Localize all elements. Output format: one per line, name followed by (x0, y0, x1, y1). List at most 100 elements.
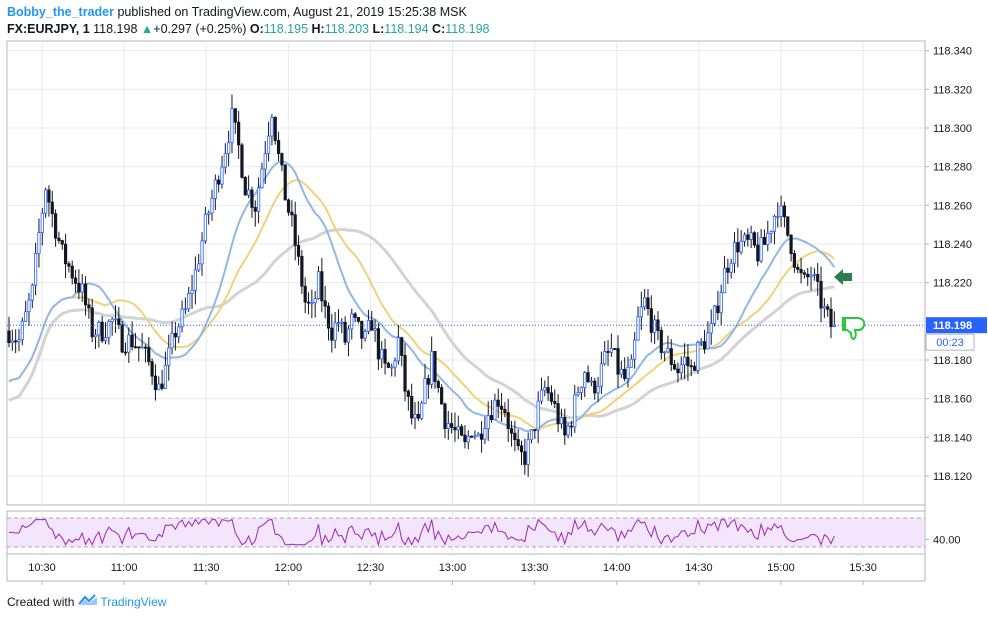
y-tick-label: 118.180 (933, 355, 972, 367)
candle-body (696, 342, 700, 371)
candle-body (623, 368, 627, 379)
candle-body (576, 392, 580, 396)
candle-body (479, 433, 484, 440)
candle-body (107, 321, 111, 338)
candle-body (669, 348, 673, 365)
candle-body (646, 297, 650, 310)
candle-body (739, 240, 743, 253)
candle-body (433, 351, 437, 382)
x-tick-label: 12:30 (357, 562, 385, 574)
candle-body (420, 402, 424, 419)
candle-body (230, 108, 234, 144)
candle-body (809, 274, 813, 278)
candle-body (240, 144, 244, 178)
candle (283, 164, 287, 201)
candle-body (726, 267, 730, 273)
candle-body (423, 378, 427, 404)
candle-body (220, 166, 224, 185)
candle-body (746, 234, 750, 240)
candle-body (529, 429, 534, 441)
candle-body (127, 334, 131, 353)
candle-body (14, 340, 18, 343)
candle-body (682, 356, 687, 366)
candle-body (559, 417, 564, 425)
candle-body (779, 205, 783, 217)
candle-body (260, 168, 264, 189)
candle-body (323, 300, 327, 307)
candle-body (772, 216, 777, 232)
candle-body (67, 263, 71, 267)
candle-body (256, 187, 261, 212)
candle (752, 231, 757, 248)
candle-body (722, 267, 727, 294)
candle-body (207, 212, 211, 215)
footer: Created with TradingView (7, 594, 166, 609)
candle-body (519, 445, 524, 453)
candle-body (539, 389, 544, 402)
candle-body (789, 234, 793, 254)
candle-body (316, 271, 321, 300)
candle (243, 176, 247, 196)
candle-body (117, 318, 121, 326)
candle-body (293, 214, 297, 246)
candle-body (27, 299, 31, 313)
x-tick-label: 10:30 (28, 562, 56, 574)
candle-body (290, 211, 294, 216)
candle-body (83, 283, 88, 306)
candle-body (536, 400, 540, 431)
candle-body (47, 189, 51, 203)
candle-body (34, 253, 38, 286)
candle-body (426, 378, 430, 385)
y-tick-label: 118.280 (933, 162, 972, 174)
created-with-text: Created with (7, 594, 75, 609)
candle-body (233, 108, 237, 123)
candle-body (822, 306, 826, 309)
candle-body (237, 121, 241, 146)
candle-body (273, 117, 277, 141)
candle-body (679, 364, 683, 374)
candle (696, 340, 700, 375)
candle-body (110, 318, 114, 322)
candle-body (546, 387, 550, 394)
candle-body (30, 284, 34, 301)
candle-body (446, 423, 450, 429)
candle-body (609, 348, 613, 353)
candle-body (253, 206, 257, 212)
candle-body (50, 201, 54, 215)
candle-body (493, 399, 497, 421)
candle-body (147, 347, 151, 363)
candle (786, 216, 790, 238)
candle-body (223, 153, 227, 168)
tradingview-link[interactable]: TradingView (78, 594, 166, 609)
y-tick-label: 118.320 (933, 84, 972, 96)
candle-body (543, 387, 547, 391)
candle-body (286, 199, 291, 213)
candle-body (203, 213, 207, 242)
candle-body (573, 394, 577, 428)
candle-body (177, 326, 181, 338)
candle-body (649, 308, 653, 333)
candle-body (509, 428, 514, 434)
candle-body (663, 351, 667, 354)
candle-body (736, 242, 740, 253)
candle-body (353, 313, 357, 318)
candle-body (190, 289, 194, 294)
candle-body (706, 332, 710, 350)
candle-body (167, 347, 171, 366)
candle-body (742, 234, 747, 242)
candle-body (659, 330, 663, 353)
candle-body (133, 346, 138, 349)
candle-body (526, 439, 530, 465)
candle-body (140, 346, 144, 349)
candle-body (756, 244, 760, 262)
candle-body (356, 317, 361, 322)
candle-body (330, 327, 334, 341)
x-tick-label: 14:30 (685, 562, 713, 574)
chart-area[interactable]: 118.340 118.320 118.300 118.280 118.260 118.2… (0, 0, 988, 623)
candle-body (336, 322, 341, 325)
candle-body (643, 297, 647, 308)
candle-body (243, 177, 247, 196)
candle-body (160, 383, 164, 389)
price-chart[interactable]: 118.340 118.320 118.300 118.280 118.260 118.2… (0, 0, 988, 618)
candle-body (619, 368, 623, 375)
